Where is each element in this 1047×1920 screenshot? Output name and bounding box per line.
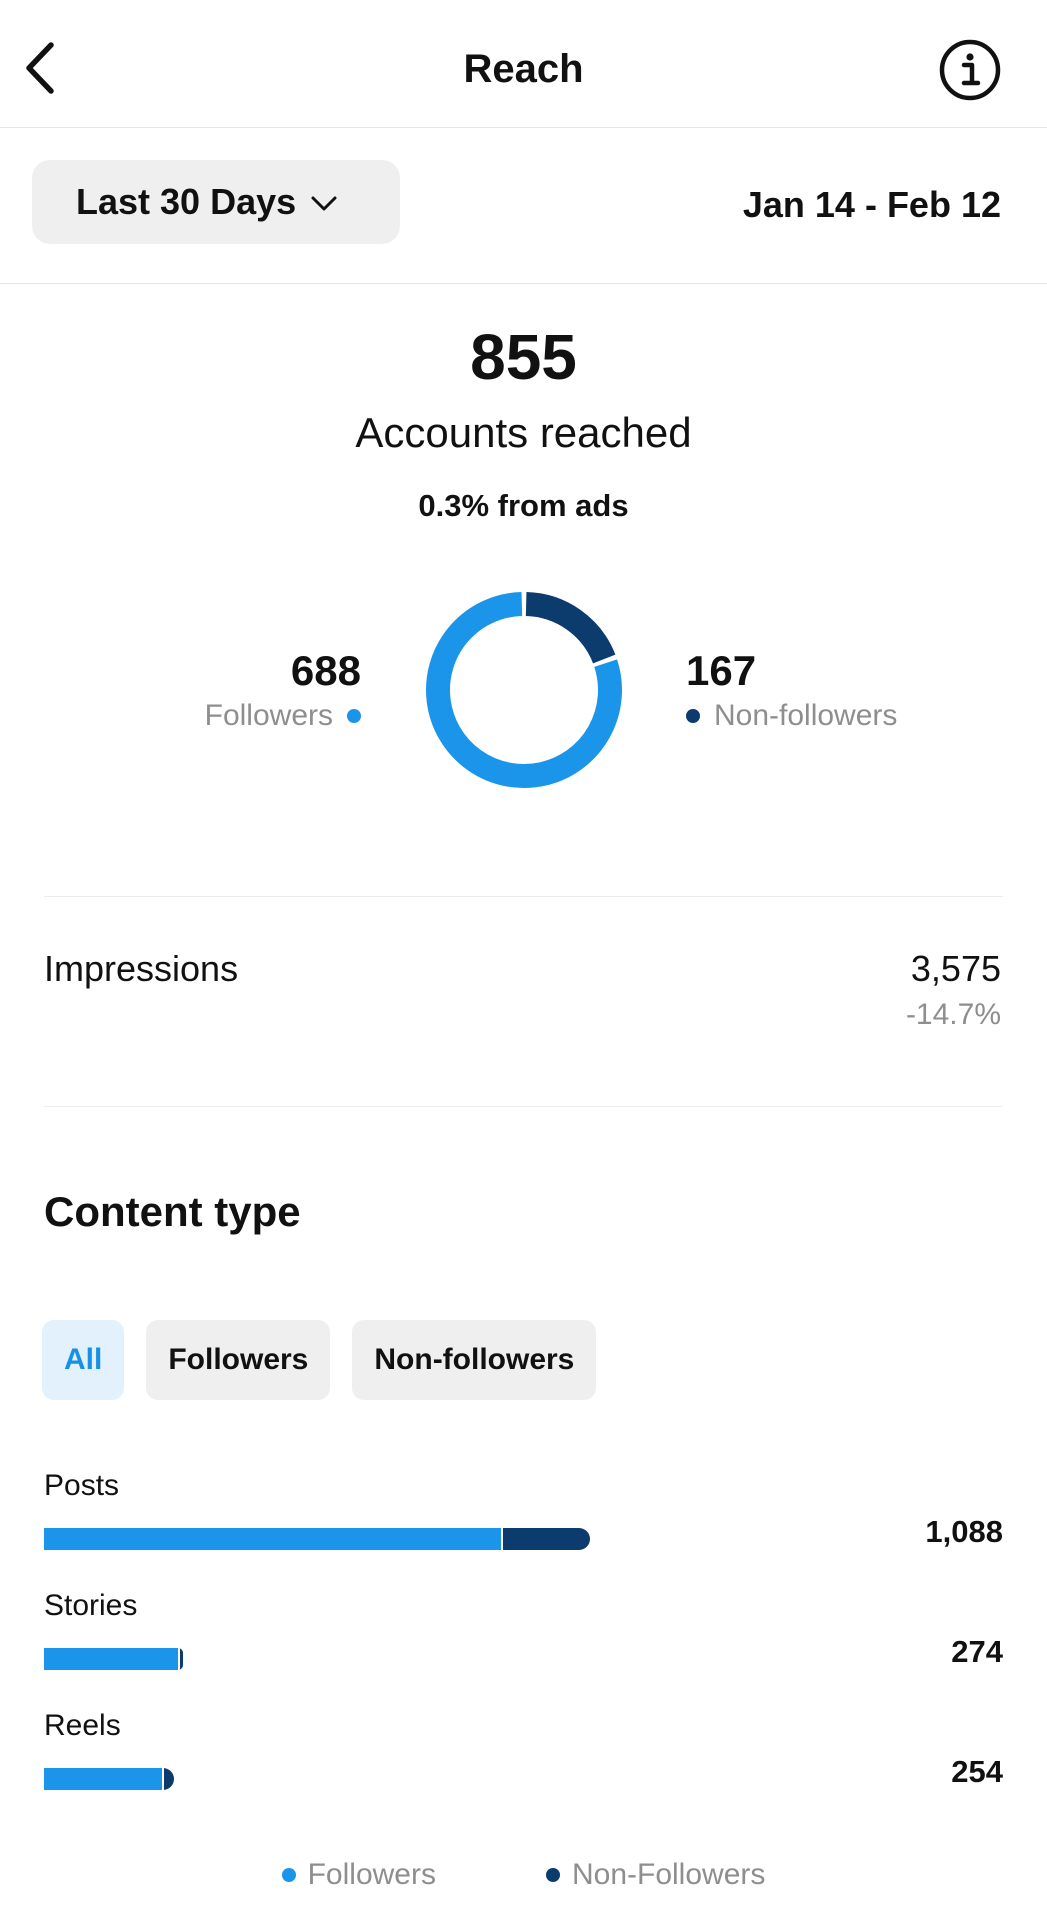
followers-count: 688 <box>290 647 361 694</box>
content-row-stories: Stories 274 <box>44 1586 1003 1670</box>
bar-non-followers-segment <box>162 1768 174 1790</box>
content-type-filters: All Followers Non-followers <box>42 1320 597 1400</box>
legend-followers-label: Followers <box>307 1858 436 1891</box>
reach-insights-screen: Reach Last 30 Days Jan 14 - Feb 12 855 A… <box>0 0 1047 1920</box>
followers-dot-icon <box>281 1868 296 1882</box>
content-row-label: Posts <box>44 1469 120 1502</box>
date-filter-row: Last 30 Days Jan 14 - Feb 12 <box>0 128 1047 284</box>
date-range-text: Jan 14 - Feb 12 <box>742 184 1001 225</box>
audience-donut-chart <box>422 588 626 792</box>
divider <box>44 1106 1003 1107</box>
impressions-label: Impressions <box>44 948 239 989</box>
content-row-reels: Reels 254 <box>44 1706 1003 1790</box>
content-row-label: Stories <box>44 1589 138 1622</box>
date-range-label: Last 30 Days <box>76 181 297 222</box>
content-bar <box>44 1528 590 1550</box>
bar-non-followers-segment <box>178 1648 183 1670</box>
bar-followers-segment <box>44 1768 162 1790</box>
info-button[interactable] <box>938 38 1002 102</box>
content-bar <box>44 1768 174 1790</box>
content-row-label: Reels <box>44 1709 121 1742</box>
page-title: Reach <box>463 47 584 91</box>
content-row-value: 254 <box>951 1754 1003 1789</box>
followers-dot-icon <box>347 709 361 723</box>
non-followers-label: Non-followers <box>714 699 898 732</box>
donut-svg <box>426 592 622 788</box>
ads-share-text: 0.3% from ads <box>418 488 629 523</box>
non-followers-dot-icon <box>686 709 700 723</box>
content-bar <box>44 1648 183 1670</box>
donut-non-followers-segment <box>525 592 616 664</box>
filter-all[interactable]: All <box>42 1320 125 1400</box>
accounts-reached-caption: Accounts reached <box>355 409 692 456</box>
legend-item-followers: Followers <box>281 1858 436 1892</box>
info-icon <box>939 39 1001 101</box>
content-row-posts: Posts 1,088 <box>44 1466 1003 1550</box>
followers-label: Followers <box>204 699 333 732</box>
followers-legend-label: Followers <box>205 696 361 736</box>
non-followers-legend: 167 Non-followers <box>686 646 897 736</box>
content-row-value: 274 <box>951 1634 1003 1669</box>
non-followers-count: 167 <box>686 647 757 694</box>
content-type-title: Content type <box>44 1188 301 1235</box>
content-row-value: 1,088 <box>925 1514 1003 1549</box>
non-followers-dot-icon <box>545 1868 560 1882</box>
divider <box>44 896 1003 897</box>
bar-followers-segment <box>44 1648 178 1670</box>
non-followers-legend-label: Non-followers <box>686 696 897 736</box>
legend-non-followers-label: Non-Followers <box>571 1858 766 1891</box>
filter-followers[interactable]: Followers <box>146 1320 331 1400</box>
date-range-dropdown[interactable]: Last 30 Days <box>32 160 400 244</box>
accounts-reached-count: 855 <box>470 321 577 393</box>
bar-followers-segment <box>44 1528 501 1550</box>
content-type-legend: Followers Non-Followers <box>0 1858 1047 1892</box>
bar-non-followers-segment <box>501 1528 590 1550</box>
filter-non-followers[interactable]: Non-followers <box>352 1320 597 1400</box>
legend-item-non-followers: Non-Followers <box>545 1858 766 1892</box>
impressions-value: 3,575 <box>910 948 1001 989</box>
chevron-down-icon <box>311 196 337 211</box>
header-bar: Reach <box>0 0 1047 128</box>
impressions-change: -14.7% <box>905 998 1001 1031</box>
followers-legend: 688 Followers <box>205 646 361 736</box>
